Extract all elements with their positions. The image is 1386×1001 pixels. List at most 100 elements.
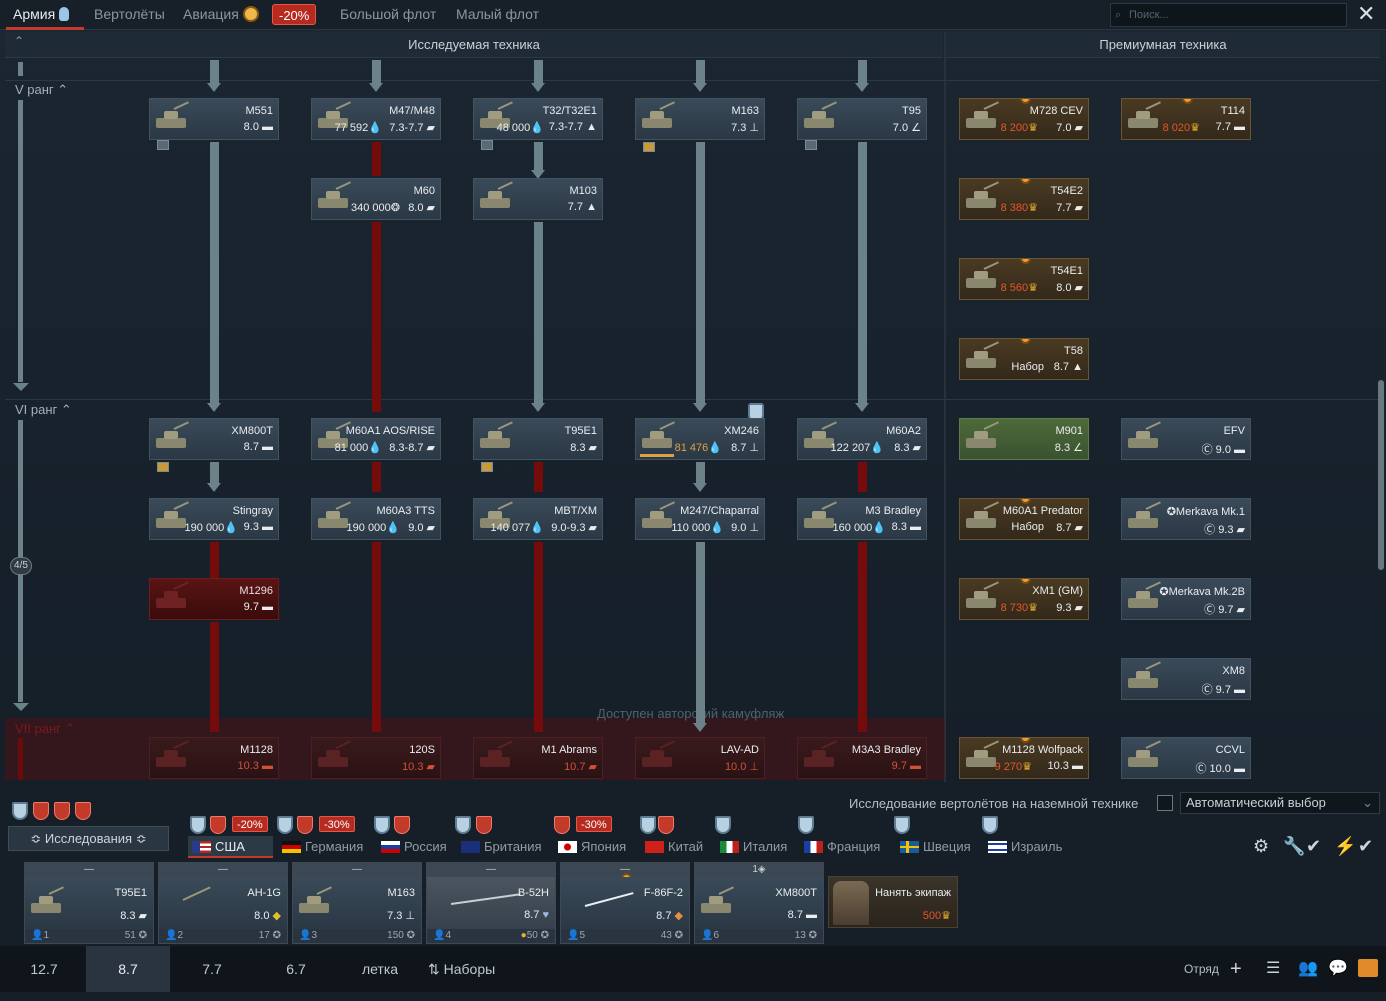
hire-crew-button[interactable]: Нанять экипаж 500♛ [828, 876, 958, 928]
collapse-icon[interactable]: ⌃ [14, 35, 28, 50]
tank-icon [478, 740, 514, 771]
vehicle-card-m1128[interactable]: M1128 10.3 ▬ [149, 737, 279, 779]
japan-flag-icon [558, 841, 577, 853]
vehicle-name: M60A1 Predator [1002, 505, 1083, 517]
vehicle-card-mbtxm[interactable]: MBT/XM 140 077💧 9.0-9.3 ▰ [473, 498, 603, 540]
tab-aviation[interactable]: Авиация [183, 0, 239, 30]
br-tab-6-7[interactable]: 6.7 [254, 946, 338, 992]
vehicle-card-m60[interactable]: M60 340 000❂ 8.0 ▰ [311, 178, 441, 220]
nation-tab-israel[interactable]: Израиль [988, 836, 1062, 858]
rank-7-label[interactable]: VII ранг ⌃ [15, 721, 75, 737]
vehicle-card-m60predator[interactable]: M60A1 Predator Набор 8.7 ▰ [959, 498, 1089, 540]
settings-icon[interactable]: ⚙ [1253, 836, 1269, 857]
nation-tab-france[interactable]: Франция [804, 836, 880, 858]
heli-research-checkbox[interactable] [1157, 795, 1173, 811]
nation-tab-italy[interactable]: Италия [720, 836, 787, 858]
vehicle-card-m3bradley[interactable]: M3 Bradley 160 000💧 8.3 ▬ [797, 498, 927, 540]
vehicle-card-120s[interactable]: 120S 10.3 ▰ [311, 737, 441, 779]
rp-value: 110 000 [671, 522, 711, 534]
bulb-icon [59, 7, 70, 21]
br-tab-8-7[interactable]: 8.7 [86, 946, 170, 992]
tank-icon [964, 101, 1000, 132]
vehicle-card-merkava1[interactable]: ✪Merkava Mk.1 Ⓒ 9.3 ▰ [1121, 498, 1251, 540]
check-all-icon[interactable]: ✔ [1358, 836, 1373, 857]
list-icon[interactable]: ☰ [1266, 958, 1280, 978]
vehicle-card-m60a2[interactable]: M60A2 122 207💧 8.3 ▰ [797, 418, 927, 460]
br-tab-12-7[interactable]: 12.7 [2, 946, 86, 992]
vehicle-card-t114[interactable]: T114 8 020♛ 7.7 ▬ [1121, 98, 1251, 140]
nation-tab-usa[interactable]: США [188, 836, 273, 858]
crew-index: 👤2 [165, 930, 184, 941]
vehicle-card-m1abrams[interactable]: M1 Abrams 10.7 ▰ [473, 737, 603, 779]
crew-index: 👤4 [433, 930, 452, 941]
vehicle-card-m3a3[interactable]: M3A3 Bradley 9.7 ▬ [797, 737, 927, 779]
rank-6-label[interactable]: VI ранг ⌃ [15, 402, 72, 418]
crew-slot-5[interactable]: — F-86F-2 8.7 ◆ 👤5 43 ✪ [560, 862, 690, 944]
auto-select-dropdown[interactable]: Автоматический выбор ⌄ [1180, 792, 1380, 814]
tab-big-fleet[interactable]: Большой флот [340, 0, 436, 30]
vehicle-card-merkava2b[interactable]: ✪Merkava Mk.2B Ⓒ 9.7 ▰ [1121, 578, 1251, 620]
repair-icon[interactable]: 🔧 [1283, 836, 1305, 857]
nation-tab-russia[interactable]: Россия [381, 836, 447, 858]
vehicle-card-m47[interactable]: M47/M48 77 592💧 7.3-7.7 ▰ [311, 98, 441, 140]
chat-icon[interactable]: 💬 [1328, 958, 1348, 978]
vehicle-card-t54e2[interactable]: T54E2 8 380♛ 7.7 ▰ [959, 178, 1089, 220]
vehicle-card-m163[interactable]: M163 7.3 ⊥ [635, 98, 765, 140]
vehicle-card-t54e1[interactable]: T54E1 8 560♛ 8.0 ▰ [959, 258, 1089, 300]
vehicle-card-m103[interactable]: M103 7.7 ▲ [473, 178, 603, 220]
vehicle-card-xm800t[interactable]: XM800T 8.7 ▬ [149, 418, 279, 460]
modifications-icon[interactable]: ⚡ [1334, 836, 1356, 857]
vehicle-card-m901[interactable]: M901 8.3 ∠ [959, 418, 1089, 460]
vehicle-card-xm8[interactable]: XM8 Ⓒ 9.7 ▬ [1121, 658, 1251, 700]
crew-slot-3[interactable]: — M163 7.3 ⊥ 👤3 150 ✪ [292, 862, 422, 944]
connector [858, 542, 867, 732]
research-button[interactable]: ≎ Исследования ≎ [8, 826, 169, 851]
nation-label: Италия [743, 839, 788, 854]
vehicle-card-stingray[interactable]: Stingray 190 000💧 9.3 ▬ [149, 498, 279, 540]
vehicle-card-t32[interactable]: T32/T32E1 48 000💧 7.3-7.7 ▲ [473, 98, 603, 140]
crew-slot-1[interactable]: — T95E1 8.3 ▰ 👤1 51 ✪ [24, 862, 154, 944]
rank-5-label[interactable]: V ранг ⌃ [15, 82, 68, 98]
vehicle-card-t58[interactable]: T58 Набор 8.7 ▲ [959, 338, 1089, 380]
vehicle-card-t95[interactable]: T95 7.0 ∠ [797, 98, 927, 140]
add-squad-icon[interactable]: + [1230, 958, 1242, 981]
br-tab-7-7[interactable]: 7.7 [170, 946, 254, 992]
battle-rating: 10.7 ▰ [564, 761, 597, 773]
crew-slot-6[interactable]: 1◈ XM800T 8.7 ▬ 👤6 13 ✪ [694, 862, 824, 944]
vehicle-card-m1296[interactable]: M1296 9.7 ▬ [149, 578, 279, 620]
vehicle-card-m247[interactable]: M247/Chaparral 110 000💧 9.0 ⊥ [635, 498, 765, 540]
search-input[interactable]: ⌕ Поиск... [1110, 3, 1347, 27]
tree-scrollbar[interactable] [1378, 380, 1384, 570]
br-tab-letka[interactable]: летка [338, 946, 422, 992]
close-icon[interactable]: ✕ [1357, 3, 1375, 25]
tab-helicopters[interactable]: Вертолёты [94, 0, 165, 30]
connector-arrow [531, 83, 545, 92]
vehicle-name: EFV [1223, 425, 1245, 437]
nation-tab-britain[interactable]: Британия [461, 836, 542, 858]
vehicle-card-m60a3[interactable]: M60A3 TTS 190 000💧 9.0 ▰ [311, 498, 441, 540]
gold-value: 8 380 [1000, 202, 1029, 214]
vehicle-card-wolfpack[interactable]: M1128 Wolfpack 9 270♛ 10.3 ▬ [959, 737, 1089, 779]
vehicle-card-ccvl[interactable]: CCVL Ⓒ 10.0 ▬ [1121, 737, 1251, 779]
research-cost: 190 000💧 [184, 522, 238, 534]
vehicle-card-lavad[interactable]: LAV-AD 10.0 ⊥ [635, 737, 765, 779]
nation-tab-sweden[interactable]: Швеция [900, 836, 971, 858]
friends-icon[interactable]: 👥 [1298, 958, 1318, 978]
nation-tab-germany[interactable]: Германия [282, 836, 363, 858]
mail-icon[interactable] [1358, 959, 1378, 977]
vehicle-card-xm246[interactable]: XM246 81 476💧 8.7 ⊥ [635, 418, 765, 460]
check-icon[interactable]: ✔ [1306, 836, 1321, 857]
crew-slot-4[interactable]: — B-52H 8.7 ♥ 👤4 ●50 ✪ [426, 862, 556, 944]
vehicle-card-efv[interactable]: EFV Ⓒ 9.0 ▬ [1121, 418, 1251, 460]
vehicle-card-m728[interactable]: M728 CEV 8 200♛ 7.0 ▰ [959, 98, 1089, 140]
nation-tab-china[interactable]: Китай [645, 836, 703, 858]
tab-army[interactable]: Армия [6, 0, 84, 30]
crew-slot-2[interactable]: — AH-1G 8.0 ◆ 👤2 17 ✪ [158, 862, 288, 944]
tab-small-fleet[interactable]: Малый флот [456, 0, 539, 30]
nation-tab-japan[interactable]: Япония [558, 836, 626, 858]
vehicle-card-m60a1aos[interactable]: M60A1 AOS/RISE 81 000💧 8.3-8.7 ▰ [311, 418, 441, 460]
vehicle-card-t95e1[interactable]: T95E1 8.3 ▰ [473, 418, 603, 460]
vehicle-card-m551[interactable]: M551 8.0 ▬ [149, 98, 279, 140]
presets-button[interactable]: ⇅ Наборы [428, 946, 508, 992]
vehicle-card-xm1gm[interactable]: XM1 (GM) 8 730♛ 9.3 ▰ [959, 578, 1089, 620]
